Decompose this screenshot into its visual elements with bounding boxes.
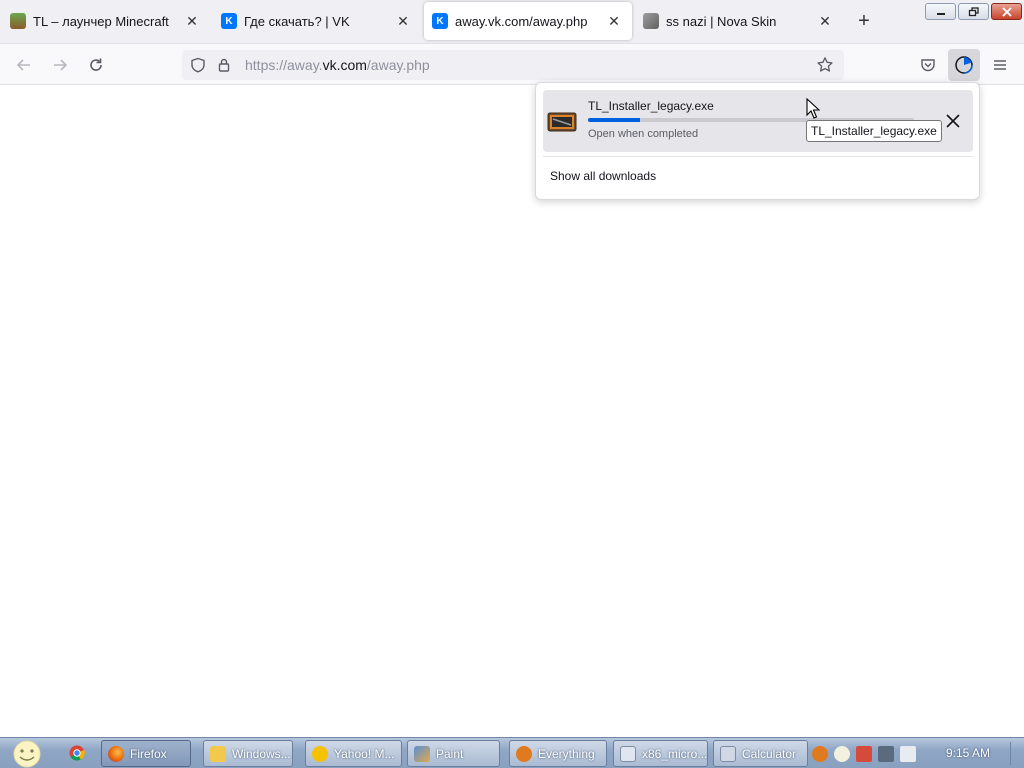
download-status: Open when completed xyxy=(588,128,699,140)
taskbar-item-everything[interactable]: Everything xyxy=(509,740,607,767)
chrome-icon xyxy=(69,745,85,761)
reload-icon xyxy=(90,58,102,71)
reload-button[interactable] xyxy=(83,52,109,78)
back-button[interactable] xyxy=(11,52,37,78)
download-progress-icon xyxy=(955,56,973,74)
vk-icon: K xyxy=(432,13,448,29)
cancel-download-button[interactable] xyxy=(941,109,965,133)
close-icon xyxy=(946,114,960,128)
firefox-icon xyxy=(108,745,124,762)
app-menu-button[interactable] xyxy=(987,52,1013,78)
arrow-left-icon xyxy=(16,59,30,71)
text-file-icon xyxy=(620,745,636,762)
close-tab-icon[interactable]: ✕ xyxy=(815,11,835,31)
close-window-button[interactable] xyxy=(991,3,1022,20)
hamburger-menu-icon xyxy=(994,60,1006,70)
vk-icon: K xyxy=(221,13,237,29)
taskbar-item-yahoo-messenger[interactable]: Yahoo! M... xyxy=(305,740,402,767)
bookmark-star-icon[interactable] xyxy=(812,52,838,78)
search-tray-icon[interactable] xyxy=(812,745,828,762)
divider xyxy=(543,156,973,157)
pocket-icon xyxy=(921,59,935,72)
restore-button[interactable] xyxy=(958,3,989,20)
arrow-right-icon xyxy=(54,59,68,71)
tab-nova-skin[interactable]: ss nazi | Nova Skin ✕ xyxy=(635,2,843,40)
paint-icon xyxy=(414,745,430,762)
calculator-icon xyxy=(720,745,736,762)
download-progress-fill xyxy=(588,118,641,122)
tl-launcher-icon xyxy=(10,13,26,29)
new-tab-button[interactable]: + xyxy=(852,10,876,34)
exe-file-icon xyxy=(547,112,577,132)
filename-tooltip: TL_Installer_legacy.exe xyxy=(806,120,942,142)
download-filename: TL_Installer_legacy.exe xyxy=(588,99,714,113)
smiley-tray-icon[interactable] xyxy=(834,745,850,762)
forward-button[interactable] xyxy=(47,52,73,78)
close-icon xyxy=(1001,6,1012,17)
show-desktop-button[interactable] xyxy=(1010,742,1020,765)
taskbar-item-paint[interactable]: Paint xyxy=(407,740,500,767)
tab-away-vk[interactable]: K away.vk.com/away.php ✕ xyxy=(424,2,632,40)
restore-icon xyxy=(968,6,979,16)
tab-tl-launcher[interactable]: TL – лаунчер Minecraft ✕ xyxy=(2,2,210,40)
monitor-tray-icon[interactable] xyxy=(878,745,894,762)
taskbar-item-firefox[interactable]: Firefox xyxy=(101,740,191,767)
taskbar-item-calculator[interactable]: Calculator xyxy=(713,740,808,767)
tracking-protection-shield-icon[interactable] xyxy=(185,52,211,78)
taskbar-clock[interactable]: 9:15 AM xyxy=(946,746,990,760)
tab-title: away.vk.com/away.php xyxy=(455,13,588,29)
tab-title: Где скачать? | VK xyxy=(244,13,350,29)
close-tab-icon[interactable]: ✕ xyxy=(393,11,413,31)
network-disconnected-icon[interactable] xyxy=(856,745,872,762)
navigation-toolbar: https://away.vk.com/away.php xyxy=(0,44,1024,85)
tab-vk-where-download[interactable]: K Где скачать? | VK ✕ xyxy=(213,2,421,40)
minimize-button[interactable] xyxy=(925,3,956,20)
start-smiley-icon xyxy=(13,740,41,767)
minimize-icon xyxy=(936,12,945,15)
close-tab-icon[interactable]: ✕ xyxy=(604,11,624,31)
chrome-quicklaunch-button[interactable] xyxy=(69,745,85,761)
pocket-button[interactable] xyxy=(915,52,941,78)
tab-title: ss nazi | Nova Skin xyxy=(666,13,777,29)
taskbar: Firefox Windows... Yahoo! M... Paint Eve… xyxy=(0,737,1024,768)
url-text[interactable]: https://away.vk.com/away.php xyxy=(245,57,430,73)
windows-folder-icon xyxy=(210,745,226,762)
close-tab-icon[interactable]: ✕ xyxy=(182,11,202,31)
start-button[interactable] xyxy=(6,738,48,768)
yahoo-messenger-icon xyxy=(312,745,328,762)
downloads-button[interactable] xyxy=(948,49,980,81)
show-all-downloads-button[interactable]: Show all downloads xyxy=(550,169,656,183)
url-bar[interactable]: https://away.vk.com/away.php xyxy=(182,50,844,80)
tab-title: TL – лаунчер Minecraft xyxy=(33,13,169,29)
everything-search-icon xyxy=(516,745,532,762)
tab-strip: TL – лаунчер Minecraft ✕ K Где скачать? … xyxy=(0,0,1024,44)
taskbar-item-x86-micro[interactable]: x86_micro... xyxy=(613,740,708,767)
volume-icon[interactable] xyxy=(900,745,916,762)
nova-skin-icon xyxy=(643,13,659,29)
mouse-cursor-icon xyxy=(806,98,820,119)
window-controls xyxy=(925,3,1022,20)
lock-icon[interactable] xyxy=(211,52,237,78)
system-tray xyxy=(812,740,916,767)
taskbar-item-windows[interactable]: Windows... xyxy=(203,740,293,767)
